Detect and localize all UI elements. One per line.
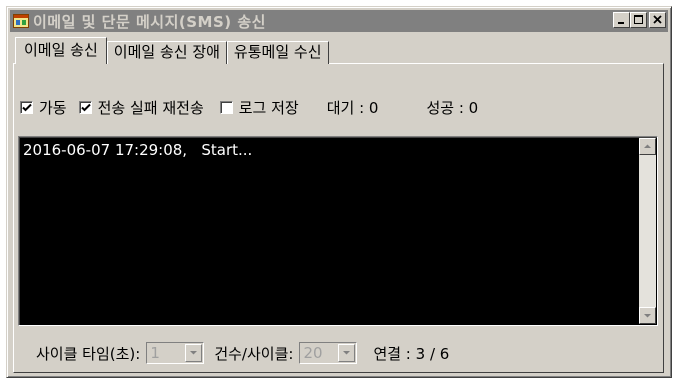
resend-checkbox[interactable]: 전송 실패 재전송: [78, 97, 204, 118]
scroll-up-button[interactable]: [639, 138, 656, 155]
cycle-time-combo[interactable]: 1: [146, 342, 205, 364]
title-bar[interactable]: 이메일 및 단문 메시지(SMS) 송신: [10, 10, 668, 32]
chevron-down-icon: [343, 351, 351, 355]
up-arrow-icon: [644, 144, 651, 148]
cycle-time-dropdown-button[interactable]: [185, 344, 203, 362]
log-save-label: 로그 저장: [238, 98, 299, 117]
caption-buttons: [613, 12, 666, 28]
connection-status: 연결 : 3 / 6: [373, 344, 450, 363]
cycle-time-value: 1: [150, 344, 160, 362]
maximize-icon: [634, 15, 643, 24]
log-vertical-scrollbar[interactable]: [639, 138, 656, 324]
checkmark-icon: [22, 103, 32, 111]
minimize-button[interactable]: [613, 12, 630, 28]
cycle-time-label: 사이클 타임(초):: [36, 344, 141, 363]
count-per-cycle-value: 20: [303, 344, 323, 362]
tab-email-send-failure[interactable]: 이메일 송신 장애: [106, 41, 227, 64]
resend-checkbox-box[interactable]: [78, 100, 92, 114]
success-count: 성공 : 0: [426, 98, 479, 117]
tab-email-send[interactable]: 이메일 송신: [15, 37, 107, 64]
count-per-cycle-label: 건수/사이클:: [214, 344, 294, 363]
close-button[interactable]: [649, 12, 666, 28]
down-arrow-icon: [644, 314, 651, 318]
window-title: 이메일 및 단문 메시지(SMS) 송신: [33, 12, 266, 31]
active-label: 가동: [39, 98, 67, 117]
active-checkbox-box[interactable]: [20, 100, 33, 114]
maximize-button[interactable]: [630, 12, 647, 28]
scroll-down-button[interactable]: [639, 307, 656, 324]
checkmark-icon: [80, 103, 91, 111]
log-output[interactable]: 2016-06-07 17:29:08, Start...: [18, 136, 658, 326]
resend-label: 전송 실패 재전송: [97, 98, 204, 117]
app-window-icon: [13, 13, 29, 29]
waiting-count: 대기 : 0: [326, 98, 379, 117]
tab-strip: 이메일 송신 이메일 송신 장애 유통메일 수신: [15, 37, 329, 64]
log-save-checkbox[interactable]: 로그 저장: [219, 97, 299, 118]
chevron-down-icon: [190, 351, 198, 355]
log-text: 2016-06-07 17:29:08, Start...: [23, 141, 253, 159]
tab-mail-receive[interactable]: 유통메일 수신: [226, 41, 329, 64]
minimize-icon: [618, 22, 624, 24]
footer-row: 사이클 타임(초): 1 건수/사이클: 20 연결 : 3 / 6: [36, 342, 449, 364]
count-per-cycle-dropdown-button[interactable]: [338, 344, 356, 362]
count-per-cycle-combo[interactable]: 20: [299, 342, 358, 364]
log-save-checkbox-box[interactable]: [219, 100, 233, 114]
active-checkbox[interactable]: 가동: [20, 97, 67, 118]
close-icon: [653, 15, 662, 24]
options-row: 가동 전송 실패 재전송 로그 저장 대기 : 0 성공 : 0: [20, 96, 478, 118]
